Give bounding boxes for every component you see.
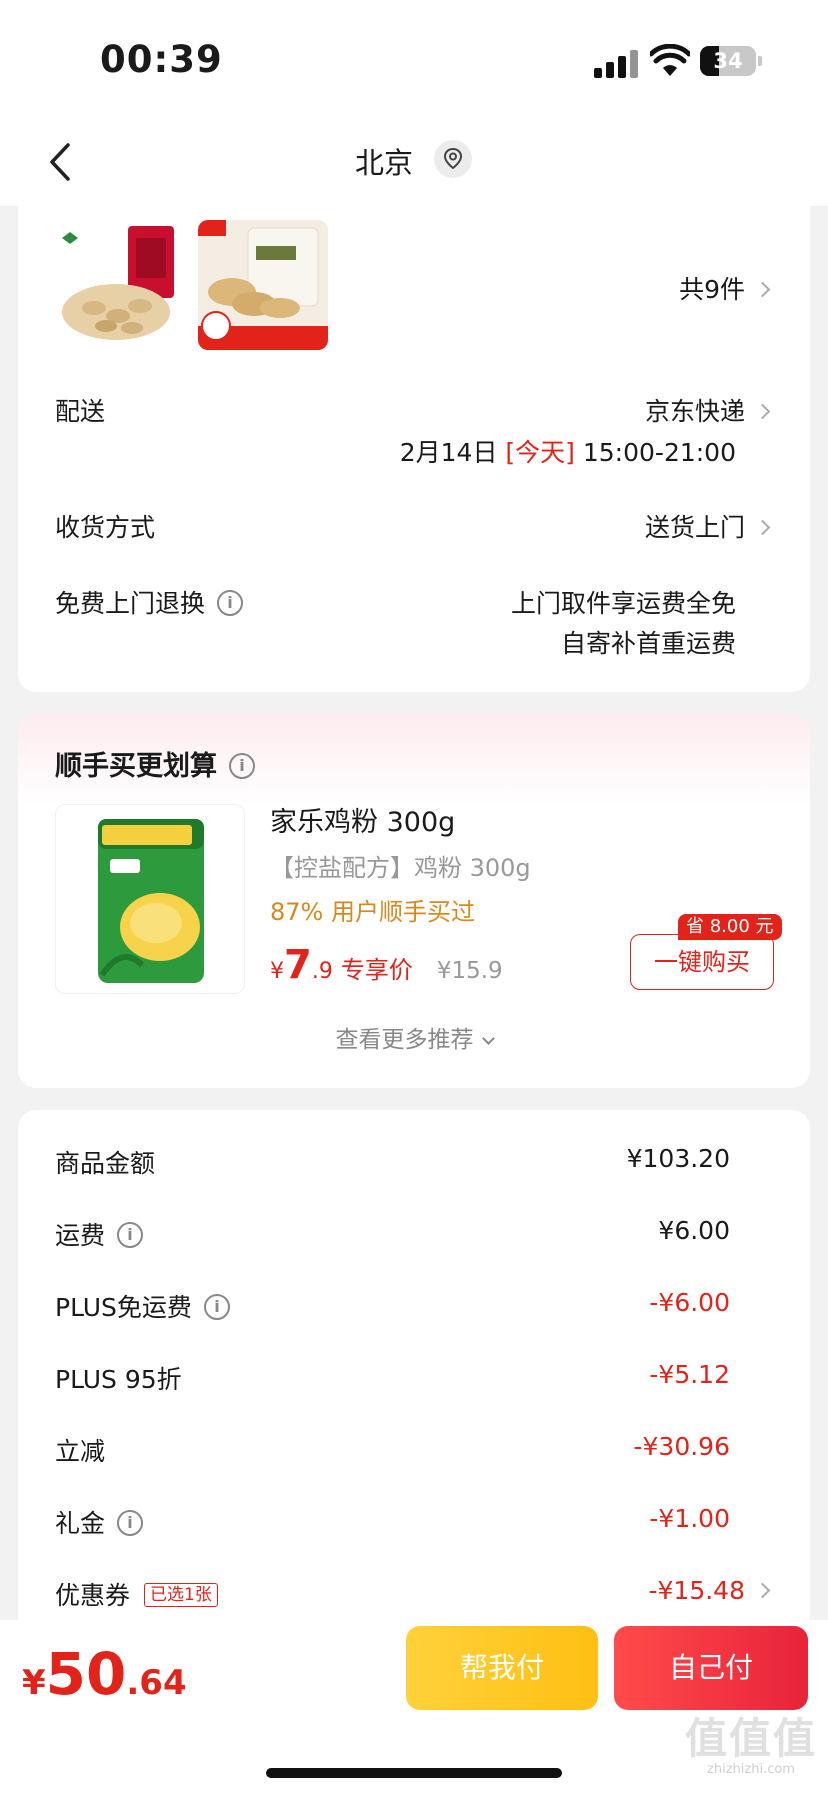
summary-row-value: -¥5.12 [649,1360,730,1389]
addon-product-name[interactable]: 家乐鸡粉 300g [270,800,455,839]
one-click-buy-button[interactable]: 一键购买 [630,934,774,990]
summary-row-label: 优惠券 [55,1581,131,1610]
addon-product-image[interactable] [55,804,245,994]
info-icon[interactable]: i [229,752,255,779]
battery-icon: 34 [700,46,762,76]
returns-row: 免费上门退换 i [55,584,244,620]
summary-row-label: 立减 [55,1437,106,1466]
total-decimal: .64 [126,1663,187,1703]
coupon-selected-tag: 已选1张 [144,1583,218,1607]
summary-row-value: ¥6.00 [658,1216,730,1245]
coupon-value-link[interactable]: -¥15.48 [648,1576,771,1605]
price-currency: ¥ [270,959,284,984]
delivery-date: 2月14日 [399,438,498,467]
total-currency: ¥ [22,1663,46,1703]
location-pin-icon[interactable] [434,140,472,178]
delivery-time[interactable]: 2月14日 [今天] 15:00-21:00 [400,433,736,469]
summary-row-value: -¥30.96 [633,1432,731,1461]
delivery-carrier: 京东快递 [644,397,745,426]
summary-row-value: -¥6.00 [649,1288,730,1317]
product-thumbnail-peanuts-red[interactable] [56,220,186,350]
summary-row-label: 礼金 [55,1509,106,1538]
summary-row-label: 运费 [55,1221,106,1250]
receive-method-link[interactable]: 送货上门 [644,508,771,544]
battery-level: 34 [713,49,743,73]
chevron-right-icon [754,519,771,535]
receive-method-value: 送货上门 [644,513,745,542]
savings-badge: 省 8.00 元 [678,914,782,940]
chevron-down-icon [481,1032,495,1045]
chevron-right-icon [754,281,771,297]
status-time: 00:39 [100,38,223,81]
info-icon[interactable]: i [117,1510,144,1536]
summary-row-label-wrap: 运费 i [55,1216,144,1252]
returns-label: 免费上门退换 [55,589,206,618]
back-arrow-icon[interactable] [46,142,74,182]
price-integer: 7 [284,942,312,988]
addon-promo-text: 87% 用户顺手买过 [270,898,475,926]
summary-row-label: PLUS 95折 [55,1365,182,1394]
total-amount: ¥50.64 [22,1640,187,1708]
checkout-bar: ¥50.64 帮我付 自己付 值值值 zhizhizhi.com [0,1620,828,1796]
returns-line-1: 上门取件享运费全免 [510,589,736,618]
product-thumbnail-peanuts-bag[interactable] [198,220,328,350]
cellular-signal-icon [594,50,640,78]
watermark-text: zhizhizhi.com [707,1762,795,1777]
info-icon[interactable]: i [117,1222,144,1248]
see-more-label: 查看更多推荐 [335,1027,474,1053]
wifi-icon [650,44,690,76]
addon-product-subtitle: 【控盐配方】鸡粉 300g [270,854,531,882]
watermark-logo: 值值值 zhizhizhi.com [676,1714,826,1778]
summary-row-value: -¥15.48 [648,1576,746,1605]
original-price: ¥15.9 [436,958,503,984]
order-info-card: 共9件 配送 京东快递 2月14日 [今天] 15:00-21:00 收货方式 … [18,190,810,692]
summary-row-value: ¥103.20 [626,1144,730,1173]
delivery-carrier-link[interactable]: 京东快递 [644,392,771,428]
item-count-label: 共9件 [679,275,745,304]
item-count-link[interactable]: 共9件 [679,270,771,306]
home-indicator[interactable] [266,1768,562,1778]
summary-row-label-wrap: 礼金 i [55,1504,144,1540]
receive-method-label: 收货方式 [55,513,156,542]
coupon-row[interactable]: 优惠券 已选1张 [55,1576,218,1612]
info-icon[interactable]: i [203,1294,230,1320]
see-more-recommendations[interactable]: 查看更多推荐 [18,1020,810,1054]
summary-row-label: PLUS免运费 [55,1293,192,1322]
delivery-slot: 15:00-21:00 [582,438,736,467]
price-decimal: .9 [311,959,333,984]
watermark-glyph: 值值值 [684,1714,817,1763]
chevron-right-icon [754,1582,771,1598]
delivery-today-tag: [今天] [505,438,575,467]
addon-section-title: 顺手买更划算 i [55,744,255,783]
summary-row-label-wrap: PLUS免运费 i [55,1288,230,1324]
pay-myself-button[interactable]: 自己付 [614,1626,808,1710]
chevron-right-icon [754,403,771,419]
nav-title-city[interactable]: 北京 [355,140,413,182]
addon-recommend-card: 顺手买更划算 i 家乐鸡粉 300g 【控盐配方】鸡粉 300g 87% 用户顺手… [18,714,810,1088]
delivery-label: 配送 [55,397,106,426]
help-me-pay-button[interactable]: 帮我付 [406,1626,598,1710]
summary-row-value: -¥1.00 [649,1504,730,1533]
total-integer: 50 [45,1640,127,1708]
addon-price: ¥7.9 专享价 ¥15.9 [270,942,503,988]
info-icon[interactable]: i [217,590,244,616]
summary-row-label: 商品金额 [55,1149,156,1178]
addon-title-text: 顺手买更划算 [55,751,217,782]
returns-policy: 上门取件享运费全免 自寄补首重运费 [511,584,736,664]
returns-line-2: 自寄补首重运费 [560,629,736,658]
exclusive-price-tag: 专享价 [340,956,413,984]
status-bar: 00:39 34 [0,0,828,120]
